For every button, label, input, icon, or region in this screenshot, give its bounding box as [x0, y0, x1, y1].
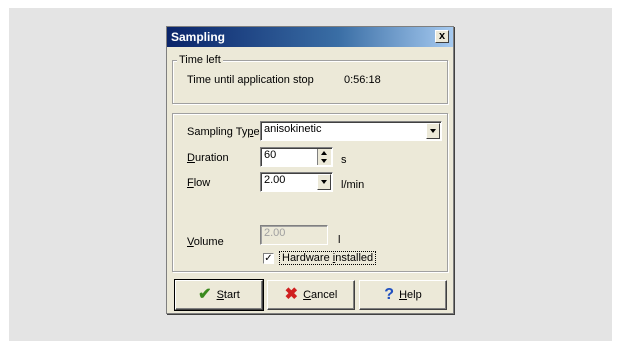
chevron-down-icon[interactable]	[317, 174, 331, 190]
title-bar[interactable]: Sampling x	[167, 27, 453, 47]
flow-unit: l/min	[341, 179, 365, 191]
time-until-stop-value: 0:56:18	[344, 74, 381, 86]
volume-label: Volume	[187, 236, 224, 248]
time-until-stop-label: Time until application stop	[187, 74, 314, 86]
help-question-icon: ?	[384, 286, 395, 303]
hardware-installed-checkbox[interactable]: ✓	[263, 253, 274, 264]
sampling-type-select[interactable]: anisokinetic	[260, 121, 442, 141]
duration-stepper[interactable]: 60	[260, 147, 333, 167]
duration-unit: s	[341, 154, 347, 166]
settings-group: Sampling Type anisokinetic Duration 60 s…	[172, 113, 448, 272]
flow-label: Flow	[187, 177, 211, 189]
sampling-type-label: Sampling Type	[187, 126, 260, 138]
dialog-title: Sampling	[171, 30, 226, 44]
volume-value: 2.00	[264, 227, 286, 239]
check-icon: ✓	[264, 253, 273, 264]
time-left-group: Time left Time until application stop 0:…	[172, 54, 448, 104]
cancel-button-label: Cancel	[303, 289, 338, 301]
volume-field: 2.00	[260, 225, 328, 245]
help-button[interactable]: ? Help	[359, 280, 447, 310]
spin-arrows-icon[interactable]	[317, 149, 331, 165]
sampling-type-value: anisokinetic	[264, 123, 322, 135]
duration-label: Duration	[187, 152, 229, 164]
start-button-label: Start	[216, 289, 240, 301]
volume-unit: l	[338, 234, 341, 246]
flow-value: 2.00	[264, 174, 286, 186]
close-button[interactable]: x	[435, 30, 449, 43]
duration-value: 60	[264, 149, 277, 161]
chevron-down-icon[interactable]	[426, 123, 440, 139]
cancel-x-icon: ✖	[284, 286, 299, 303]
help-button-label: Help	[399, 289, 422, 301]
sampling-dialog: Sampling x Time left Time until applicat…	[166, 26, 454, 314]
close-icon: x	[438, 30, 446, 42]
checkmark-icon: ✔	[198, 286, 212, 303]
cancel-button[interactable]: ✖ Cancel	[267, 280, 355, 310]
start-button[interactable]: ✔ Start	[174, 279, 264, 311]
flow-select[interactable]: 2.00	[260, 172, 333, 192]
time-left-group-label: Time left	[177, 54, 223, 66]
hardware-installed-label[interactable]: Hardware installed	[279, 251, 377, 265]
